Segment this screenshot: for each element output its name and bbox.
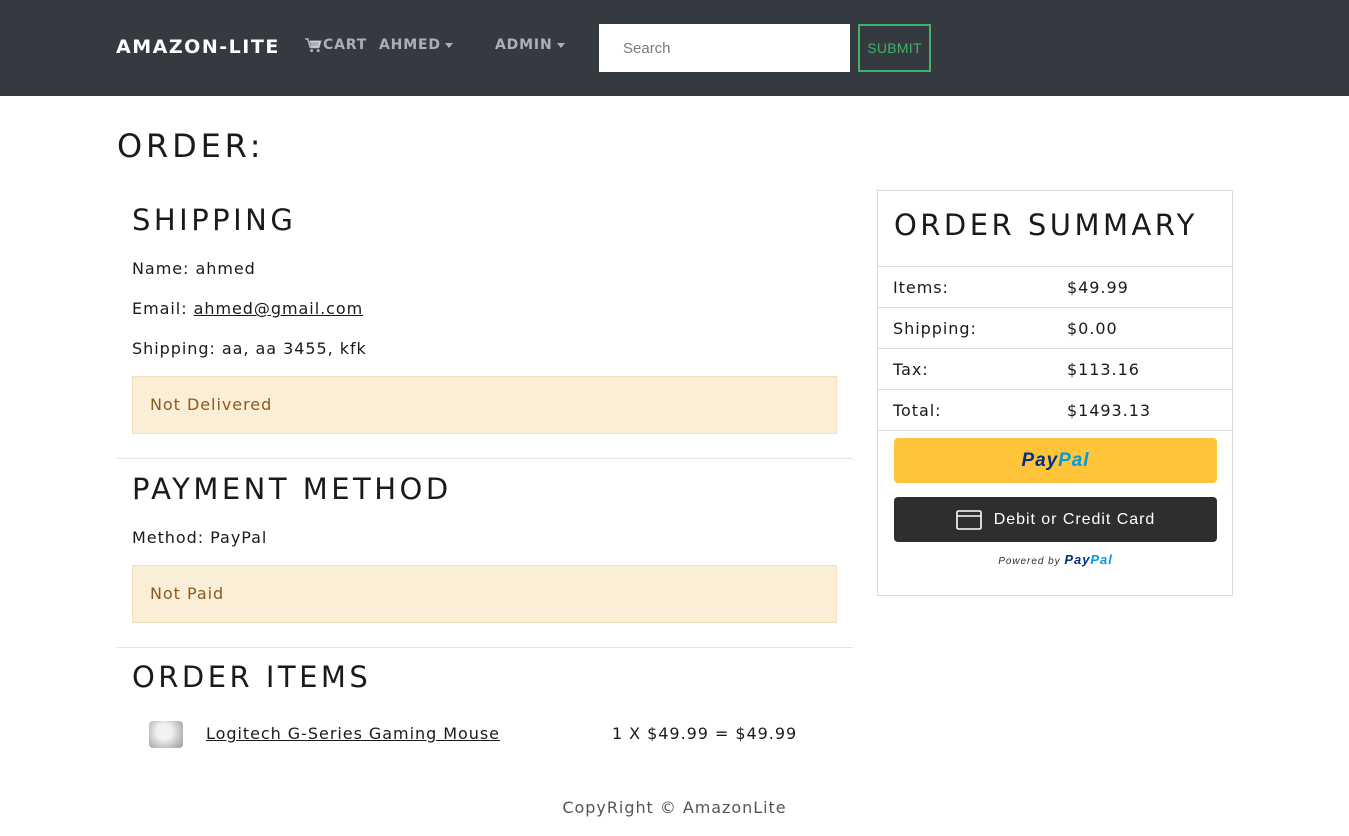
paypal-logo-text: Pay bbox=[1021, 449, 1059, 471]
nav-admin-dropdown[interactable]: ADMIN bbox=[495, 37, 565, 53]
card-button-label: Debit or Credit Card bbox=[993, 510, 1156, 528]
summary-label: Tax: bbox=[893, 360, 929, 379]
powered-by-text: Powered by bbox=[998, 556, 1061, 567]
payment-method-label: Method: bbox=[132, 528, 205, 547]
shipping-email-label: Email: bbox=[132, 299, 188, 318]
section-divider bbox=[117, 647, 853, 648]
cart-icon bbox=[305, 37, 322, 52]
shipping-address-label: Shipping: bbox=[132, 339, 216, 358]
payment-status-alert: Not Paid bbox=[132, 565, 837, 623]
product-link[interactable]: Logitech G-Series Gaming Mouse bbox=[206, 724, 500, 743]
summary-value: $0.00 bbox=[1067, 319, 1118, 338]
payment-method-value: PayPal bbox=[210, 528, 268, 547]
chevron-down-icon bbox=[556, 42, 565, 48]
order-items-title: ORDER ITEMS bbox=[132, 660, 372, 694]
nav-admin-label: ADMIN bbox=[495, 37, 553, 53]
shipping-email: Email: ahmed@gmail.com bbox=[132, 299, 363, 318]
brand-logo[interactable]: AMAZON-LITE bbox=[116, 36, 280, 58]
summary-value: $49.99 bbox=[1067, 278, 1129, 297]
navbar: AMAZON-LITE CART AHMED ADMIN SUBMIT bbox=[0, 0, 1349, 96]
search-submit-button[interactable]: SUBMIT bbox=[858, 24, 931, 72]
search-input[interactable] bbox=[599, 24, 850, 72]
summary-label: Total: bbox=[893, 401, 942, 420]
nav-cart-link[interactable]: CART bbox=[305, 37, 367, 53]
section-divider bbox=[117, 458, 853, 459]
summary-value: $1493.13 bbox=[1067, 401, 1152, 420]
powered-by-paypal: Powered by PayPal bbox=[894, 552, 1217, 567]
chevron-down-icon bbox=[444, 42, 453, 48]
summary-row-tax: Tax: $113.16 bbox=[878, 348, 1232, 389]
shipping-name-value: ahmed bbox=[195, 259, 256, 278]
order-summary-title: ORDER SUMMARY bbox=[894, 208, 1198, 242]
payment-title: PAYMENT METHOD bbox=[132, 472, 452, 506]
summary-label: Items: bbox=[893, 278, 949, 297]
footer-copyright: CopyRight © AmazonLite bbox=[562, 798, 787, 817]
shipping-name: Name: ahmed bbox=[132, 259, 256, 278]
summary-divider bbox=[878, 430, 1232, 431]
page-title: ORDER: bbox=[117, 127, 265, 165]
summary-row-items: Items: $49.99 bbox=[878, 266, 1232, 307]
shipping-email-link[interactable]: ahmed@gmail.com bbox=[194, 299, 364, 318]
payment-method: Method: PayPal bbox=[132, 528, 267, 547]
paypal-logo-text: Pay bbox=[1064, 552, 1091, 567]
paypal-button[interactable]: Pay Pal bbox=[894, 438, 1217, 483]
delivery-status-alert: Not Delivered bbox=[132, 376, 837, 434]
nav-user-dropdown[interactable]: AHMED bbox=[379, 37, 453, 53]
shipping-address-value: aa, aa 3455, kfk bbox=[221, 339, 367, 358]
summary-value: $113.16 bbox=[1067, 360, 1140, 379]
paypal-logo-text: Pal bbox=[1058, 449, 1090, 471]
shipping-title: SHIPPING bbox=[132, 203, 297, 237]
shipping-address: Shipping: aa, aa 3455, kfk bbox=[132, 339, 367, 358]
debit-credit-card-button[interactable]: Debit or Credit Card bbox=[894, 497, 1217, 542]
credit-card-icon bbox=[955, 509, 982, 530]
summary-label: Shipping: bbox=[893, 319, 977, 338]
item-price-line: 1 X $49.99 = $49.99 bbox=[612, 724, 798, 743]
paypal-logo-text: Pal bbox=[1090, 552, 1113, 567]
order-summary-card: ORDER SUMMARY Items: $49.99 Shipping: $0… bbox=[877, 190, 1233, 596]
summary-row-total: Total: $1493.13 bbox=[878, 389, 1232, 430]
nav-cart-label: CART bbox=[323, 37, 368, 53]
shipping-name-label: Name: bbox=[132, 259, 190, 278]
nav-user-label: AHMED bbox=[379, 37, 441, 53]
product-thumbnail bbox=[149, 721, 183, 748]
summary-row-shipping: Shipping: $0.00 bbox=[878, 307, 1232, 348]
